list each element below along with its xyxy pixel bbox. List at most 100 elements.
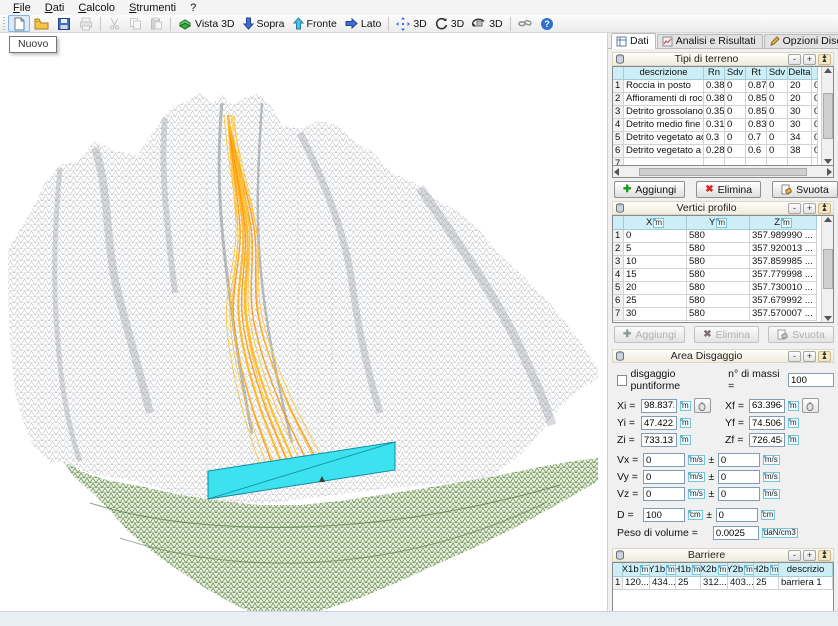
cell-rt[interactable]: 0.7 <box>746 132 767 145</box>
scroll-down-arrow[interactable] <box>824 316 832 321</box>
cell-descrizione[interactable]: Detrito vegetato ad a... <box>624 132 704 145</box>
grow-panel-button[interactable]: + <box>803 550 816 561</box>
velocity-sigma-input[interactable] <box>718 487 760 501</box>
yf-input[interactable] <box>749 416 785 430</box>
cell-z[interactable]: 357.730010 ... <box>750 282 817 295</box>
scroll-thumb[interactable] <box>823 249 833 289</box>
menu-item[interactable]: File <box>6 1 38 15</box>
terreno-row[interactable]: 1 Roccia in posto 0.38 0 0.87 0 20 0 <box>613 80 821 93</box>
barriere-table[interactable]: X1bm Y1bm H1bm X2bm Y2bm H2bm descrizio … <box>612 562 834 611</box>
cell-descrizione[interactable]: Detrito medio fine no... <box>624 119 704 132</box>
terreno-row[interactable]: 2 Affioramenti di rocci... 0.38 0 0.85 0… <box>613 93 821 106</box>
scroll-up-arrow[interactable] <box>824 68 832 73</box>
cell-z[interactable]: 357.920013 ... <box>750 243 817 256</box>
open-button[interactable] <box>30 15 53 32</box>
vertici-row[interactable]: 1 0 580 357.989990 ... <box>613 230 821 243</box>
diameter-sigma-input[interactable] <box>716 508 758 522</box>
cell-sdv2[interactable]: 0 <box>767 119 788 132</box>
xf-input[interactable] <box>749 399 785 413</box>
cell-x2b[interactable]: 312.... <box>701 577 728 590</box>
cell-x[interactable]: 25 <box>624 295 687 308</box>
cell-delta[interactable] <box>788 158 812 165</box>
cell-z[interactable]: 357.989990 ... <box>750 230 817 243</box>
elimina-vertice-button[interactable]: ✖Elimina <box>694 326 759 343</box>
grow-panel-button[interactable]: + <box>803 203 816 214</box>
shrink-panel-button[interactable]: - <box>788 203 801 214</box>
cell-x[interactable]: 5 <box>624 243 687 256</box>
help-button[interactable]: ? <box>536 15 558 32</box>
cell-delta[interactable]: 38 <box>788 145 812 158</box>
cell-sdv2[interactable]: 0 <box>767 80 788 93</box>
vertici-vscrollbar[interactable] <box>821 216 833 322</box>
vertici-row[interactable]: 7 30 580 357.570007 ... <box>613 308 821 321</box>
scroll-left-arrow[interactable] <box>614 168 619 176</box>
tab-opzioni[interactable]: Opzioni Disegno <box>764 34 838 48</box>
cell-descrizione[interactable]: barriera 1 <box>779 577 833 590</box>
view-side-button[interactable]: Lato <box>341 15 385 32</box>
cell-y2b[interactable]: 403.... <box>728 577 754 590</box>
disgaggio-puntiforme-checkbox[interactable] <box>617 375 627 386</box>
scroll-thumb[interactable] <box>823 93 833 139</box>
collapse-panel-button[interactable]: ▲▲ <box>818 351 831 362</box>
col-sdv2[interactable]: Sdv <box>767 67 788 80</box>
massi-input[interactable] <box>788 373 834 387</box>
shrink-panel-button[interactable]: - <box>788 351 801 362</box>
cell-rt[interactable]: 0.85 <box>746 93 767 106</box>
col-descrizione[interactable]: descrizio <box>779 563 833 577</box>
cell-y1b[interactable]: 434.... <box>650 577 676 590</box>
cell-y[interactable]: 580 <box>687 269 750 282</box>
cell-sdv1[interactable]: 0 <box>725 145 746 158</box>
cell-z[interactable]: 357.570007 ... <box>750 308 817 321</box>
cell-descrizione[interactable]: Detrito vegetato a bo... <box>624 145 704 158</box>
cell-sdv2[interactable] <box>767 158 788 165</box>
col-y[interactable]: Ym <box>687 216 750 230</box>
velocity-input[interactable] <box>643 453 685 467</box>
collapse-panel-button[interactable]: ▲▲ <box>818 203 831 214</box>
col-rt[interactable]: Rt <box>746 67 767 80</box>
cell-descrizione[interactable]: Detrito grossolano n... <box>624 106 704 119</box>
view-top-button[interactable]: Sopra <box>239 15 289 32</box>
cell-sdv2[interactable]: 0 <box>767 106 788 119</box>
terreno-row[interactable]: 7 <box>613 158 821 165</box>
cell-y[interactable]: 580 <box>687 282 750 295</box>
cell-sdv1[interactable]: 0 <box>725 80 746 93</box>
cell-rn[interactable] <box>704 158 725 165</box>
link-button[interactable] <box>514 15 536 32</box>
vista-3d-button[interactable]: Vista 3D <box>174 15 239 32</box>
cell-x[interactable]: 20 <box>624 282 687 295</box>
tipi-terreno-table[interactable]: descrizione Rn Sdv Rt Sdv Delta 1 Roccia… <box>612 66 834 166</box>
cell-sdv1[interactable]: 0 <box>725 119 746 132</box>
cell-h2b[interactable]: 25 <box>754 577 779 590</box>
new-button[interactable] <box>8 15 30 32</box>
aggiungi-terreno-button[interactable]: ✚Aggiungi <box>614 181 685 198</box>
cell-rn[interactable]: 0.35 <box>704 106 725 119</box>
scroll-up-arrow[interactable] <box>824 217 832 222</box>
col-x1b[interactable]: X1bm <box>623 563 650 577</box>
velocity-input[interactable] <box>643 487 685 501</box>
view-front-button[interactable]: Fronte <box>289 15 341 32</box>
elimina-terreno-button[interactable]: ✖Elimina <box>696 181 761 198</box>
cell-y[interactable]: 580 <box>687 230 750 243</box>
diameter-input[interactable] <box>643 508 685 522</box>
menu-item[interactable]: Calcolo <box>71 1 122 15</box>
col-z[interactable]: Zm <box>750 216 817 230</box>
cell-y[interactable]: 580 <box>687 243 750 256</box>
col-y2b[interactable]: Y2bm <box>728 563 754 577</box>
tab-dati[interactable]: Dati <box>611 33 656 49</box>
cell-rt[interactable]: 0.6 <box>746 145 767 158</box>
copy-button[interactable] <box>125 15 146 32</box>
cell-delta[interactable]: 20 <box>788 93 812 106</box>
cut-button[interactable] <box>104 15 125 32</box>
cell-z[interactable]: 357.859985 ... <box>750 256 817 269</box>
menu-item[interactable]: ? <box>183 1 203 15</box>
cell-x[interactable]: 0 <box>624 230 687 243</box>
zi-input[interactable] <box>641 433 677 447</box>
velocity-sigma-input[interactable] <box>718 453 760 467</box>
shrink-panel-button[interactable]: - <box>788 550 801 561</box>
pan-3d-button[interactable]: 3D <box>392 15 430 32</box>
cell-descrizione[interactable]: Roccia in posto <box>624 80 704 93</box>
menu-item[interactable]: Dati <box>38 1 72 15</box>
terreno-row[interactable]: 4 Detrito medio fine no... 0.31 0 0.83 0… <box>613 119 821 132</box>
col-y1b[interactable]: Y1bm <box>650 563 676 577</box>
cell-x1b[interactable]: 120.... <box>623 577 650 590</box>
